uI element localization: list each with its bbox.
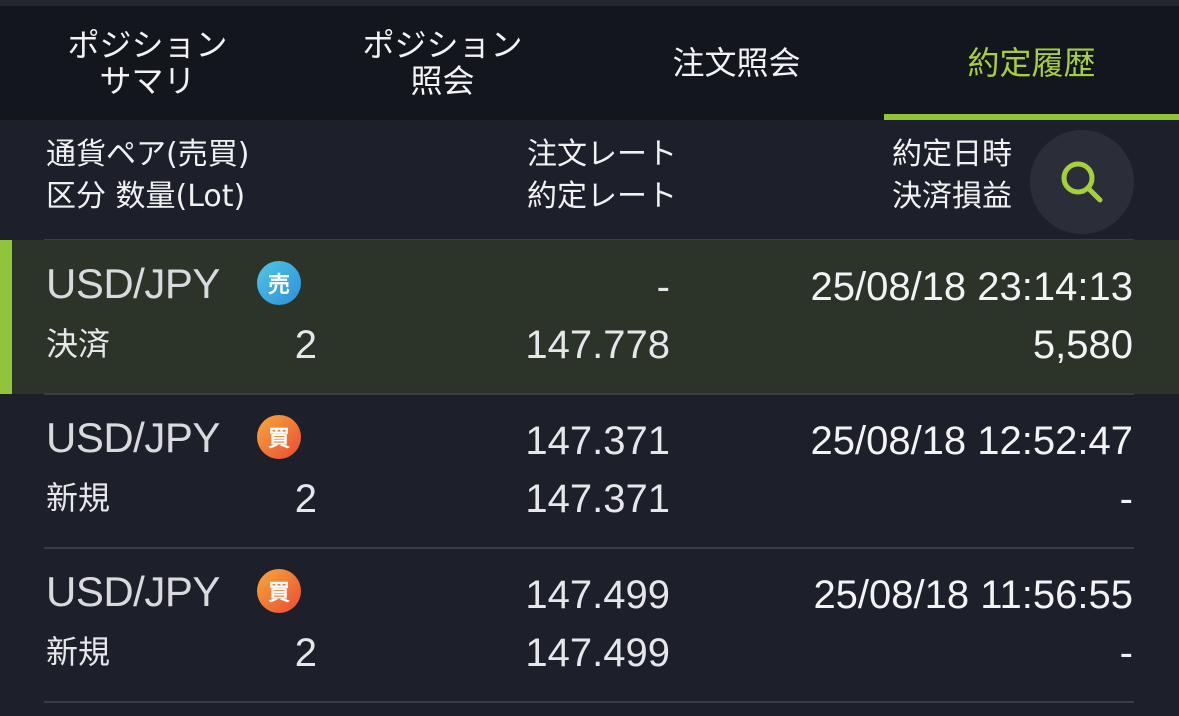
order-rate: -: [656, 265, 670, 309]
header-exec-datetime: 約定日時: [892, 137, 1012, 172]
trade-category: 新規: [46, 479, 111, 517]
tab-order-inquiry[interactable]: 注文照会: [589, 6, 884, 120]
exec-rate: 147.499: [525, 631, 670, 675]
quantity: 2: [294, 631, 317, 675]
side-badge-buy: 買: [257, 415, 301, 459]
header-settlement-pnl: 決済損益: [892, 179, 1012, 214]
order-rate: 147.371: [525, 419, 670, 463]
trade-category: 新規: [46, 633, 111, 671]
exec-datetime: 25/08/18 11:56:55: [813, 573, 1133, 617]
table-row[interactable]: USD/JPY 売 決済 2 - 147.778 25/08/18 23:14:…: [0, 240, 1179, 394]
currency-pair: USD/JPY: [46, 260, 220, 307]
settlement-pnl: -: [1119, 631, 1133, 675]
table-row[interactable]: USD/JPY 買 新規 2 147.371 147.371 25/08/18 …: [0, 394, 1179, 548]
trade-category: 決済: [46, 325, 111, 363]
header-currency-pair: 通貨ペア(売買): [46, 137, 250, 172]
tab-label: ポジション サマリ: [67, 26, 228, 100]
settlement-pnl: -: [1119, 477, 1133, 521]
table-row[interactable]: USD/JPY 買 新規 2 147.499 147.499 25/08/18 …: [0, 548, 1179, 702]
tab-bar: ポジション サマリ ポジション 照会 注文照会 約定履歴: [0, 0, 1179, 120]
quantity: 2: [294, 323, 317, 367]
tab-label: ポジション 照会: [362, 26, 523, 100]
divider: [44, 701, 1134, 703]
tab-execution-history[interactable]: 約定履歴: [884, 6, 1179, 120]
tab-position-inquiry[interactable]: ポジション 照会: [295, 6, 590, 120]
quantity: 2: [294, 477, 317, 521]
settlement-pnl: 5,580: [1032, 323, 1133, 367]
order-rate: 147.499: [525, 573, 670, 617]
exec-rate: 147.778: [525, 323, 670, 367]
tab-label: 注文照会: [672, 44, 801, 82]
tab-position-summary[interactable]: ポジション サマリ: [0, 6, 295, 120]
header-order-rate: 注文レート: [527, 137, 677, 172]
currency-pair: USD/JPY: [46, 568, 220, 615]
header-exec-rate: 約定レート: [527, 179, 677, 214]
exec-datetime: 25/08/18 23:14:13: [810, 265, 1133, 309]
tab-label: 約定履歴: [967, 44, 1096, 82]
selected-row-indicator: [0, 240, 12, 394]
exec-datetime: 25/08/18 12:52:47: [810, 419, 1133, 463]
column-header: 通貨ペア(売買) 区分 数量(Lot) 注文レート 約定レート 約定日時 決済損…: [0, 120, 1179, 240]
search-icon: [1061, 161, 1103, 203]
side-badge-sell: 売: [257, 261, 301, 305]
side-badge-buy: 買: [257, 569, 301, 613]
exec-rate: 147.371: [525, 477, 670, 521]
header-category-quantity: 区分 数量(Lot): [46, 179, 246, 214]
search-button[interactable]: [1030, 130, 1134, 234]
currency-pair: USD/JPY: [46, 414, 220, 461]
